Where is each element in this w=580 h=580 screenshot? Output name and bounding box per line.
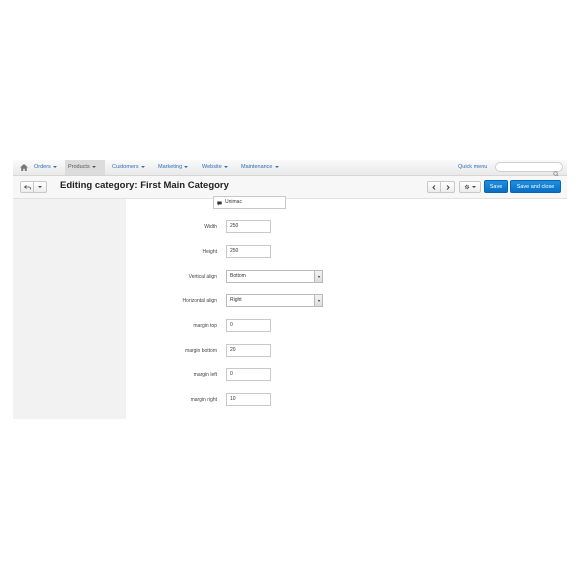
height-input[interactable]: 250 <box>226 245 271 258</box>
margin-bottom-input[interactable]: 20 <box>226 344 271 357</box>
prev-button[interactable] <box>427 181 441 193</box>
caret-down-icon <box>91 165 96 168</box>
margin-top-label: margin top <box>193 323 217 329</box>
home-icon[interactable] <box>17 160 31 175</box>
width-label: Width <box>204 224 217 230</box>
save-and-close-button[interactable]: Save and close <box>510 180 561 193</box>
sidebar <box>13 199 126 419</box>
nav-products-label: Products <box>68 164 90 170</box>
height-label: Height <box>202 249 217 255</box>
nav-customers-label: Customers <box>112 164 139 170</box>
undo-button[interactable] <box>20 181 34 193</box>
next-icon <box>446 184 450 190</box>
vertical-align-label: Vertical align <box>188 274 217 280</box>
chat-icon <box>217 200 222 211</box>
margin-right-label: margin right <box>190 397 217 403</box>
field-margin-bottom: margin bottom 20 <box>126 344 567 358</box>
caret-down-icon <box>52 165 57 168</box>
top-nav: Orders Products Customers Marketing Webs… <box>13 160 567 177</box>
field-margin-right: margin right 10 <box>126 393 567 407</box>
vertical-align-select[interactable]: Bottom <box>226 270 323 283</box>
select-arrow-icon <box>314 295 322 306</box>
margin-right-input[interactable]: 10 <box>226 393 271 406</box>
app-window: Orders Products Customers Marketing Webs… <box>13 160 567 419</box>
company-field[interactable]: Unimac <box>213 196 286 209</box>
nav-maintenance[interactable]: Maintenance <box>238 160 282 175</box>
field-height: Height 250 <box>126 245 567 259</box>
prev-icon <box>432 184 436 190</box>
width-input[interactable]: 250 <box>226 220 271 233</box>
field-horizontal-align: Horizontal align Right <box>126 294 567 308</box>
horizontal-align-label: Horizontal align <box>182 298 217 304</box>
quick-menu-link[interactable]: Quick menu <box>458 160 487 175</box>
field-margin-left: margin left 0 <box>126 368 567 382</box>
page-title: Editing category: First Main Category <box>60 180 229 191</box>
horizontal-align-select[interactable]: Right <box>226 294 323 307</box>
nav-website[interactable]: Website <box>199 160 231 175</box>
settings-button[interactable] <box>459 181 481 193</box>
margin-left-input[interactable]: 0 <box>226 368 271 381</box>
field-vertical-align: Vertical align Bottom <box>126 270 567 284</box>
margin-top-input[interactable]: 0 <box>226 319 271 332</box>
nav-website-label: Website <box>202 164 222 170</box>
field-width: Width 250 <box>126 220 567 234</box>
nav-marketing[interactable]: Marketing <box>155 160 191 175</box>
nav-customers[interactable]: Customers <box>109 160 148 175</box>
nav-products[interactable]: Products <box>65 160 105 175</box>
nav-marketing-label: Marketing <box>158 164 183 170</box>
vertical-align-value: Bottom <box>230 273 246 279</box>
caret-down-icon <box>472 186 476 188</box>
caret-down-icon <box>140 165 145 168</box>
gear-icon <box>464 184 470 190</box>
select-arrow-icon <box>314 271 322 282</box>
page-header: Editing category: First Main Category Sa… <box>13 176 567 199</box>
field-margin-top: margin top 0 <box>126 319 567 333</box>
nav-orders-label: Orders <box>34 164 51 170</box>
history-dropdown-button[interactable] <box>34 181 47 193</box>
company-field-value: Unimac <box>225 199 242 205</box>
form-panel: Unimac Width 250 Height 250 Vertical ali… <box>126 196 567 419</box>
undo-icon <box>23 184 31 189</box>
horizontal-align-value: Right <box>230 297 242 303</box>
margin-left-label: margin left <box>193 372 217 378</box>
save-button[interactable]: Save <box>484 180 508 193</box>
margin-bottom-label: margin bottom <box>185 348 217 354</box>
caret-down-icon <box>223 165 228 168</box>
nav-orders[interactable]: Orders <box>31 160 60 175</box>
caret-down-icon <box>184 165 189 168</box>
next-button[interactable] <box>441 181 455 193</box>
caret-down-icon <box>38 186 42 188</box>
caret-down-icon <box>274 165 279 168</box>
nav-maintenance-label: Maintenance <box>241 164 273 170</box>
search-input[interactable] <box>495 162 563 177</box>
